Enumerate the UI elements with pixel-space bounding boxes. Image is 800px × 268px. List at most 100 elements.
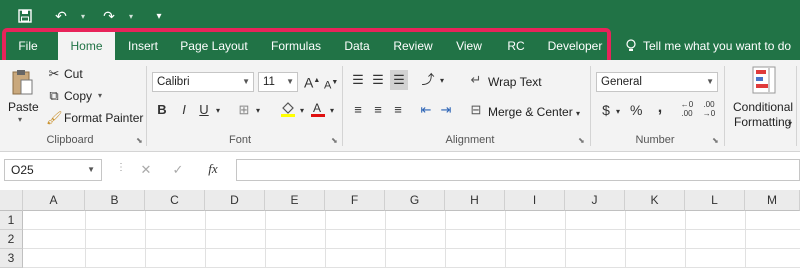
- cut-button[interactable]: Cut: [64, 67, 83, 81]
- underline-button[interactable]: U: [198, 102, 210, 118]
- conditional-formatting-icon[interactable]: [752, 66, 776, 96]
- column-header[interactable]: M: [745, 190, 800, 211]
- increase-indent-icon[interactable]: ⇥: [438, 102, 454, 118]
- gridline: [625, 211, 626, 268]
- copy-icon[interactable]: ⧉: [46, 88, 62, 104]
- format-painter-icon[interactable]: 🖌: [46, 110, 63, 126]
- font-name-select[interactable]: Calibri ▼: [152, 72, 254, 92]
- copy-button[interactable]: Copy: [64, 89, 92, 103]
- italic-button[interactable]: I: [178, 102, 190, 118]
- font-color-dropdown-icon[interactable]: ▾: [328, 103, 336, 119]
- bold-button[interactable]: B: [156, 102, 168, 118]
- column-header[interactable]: A: [23, 190, 85, 211]
- format-painter-button[interactable]: Format Painter: [64, 111, 143, 125]
- enter-icon[interactable]: ✓: [170, 162, 186, 178]
- percent-button[interactable]: %: [630, 102, 642, 118]
- paste-icon[interactable]: [10, 68, 34, 98]
- currency-dropdown-icon[interactable]: ▾: [614, 104, 622, 120]
- fill-color-dropdown-icon[interactable]: ▾: [298, 103, 306, 119]
- name-box[interactable]: O25 ▼: [4, 159, 102, 181]
- wrap-text-button[interactable]: Wrap Text: [488, 75, 542, 89]
- column-header[interactable]: I: [505, 190, 565, 211]
- number-launcher-icon[interactable]: ⬊: [712, 136, 719, 145]
- copy-dropdown-icon[interactable]: ▾: [98, 91, 102, 100]
- orientation-icon[interactable]: ⤴: [420, 72, 436, 88]
- fill-color-icon[interactable]: [280, 100, 296, 122]
- column-header[interactable]: B: [85, 190, 145, 211]
- undo-dropdown-icon[interactable]: ▾: [72, 5, 94, 27]
- row-header[interactable]: 2: [0, 230, 23, 249]
- middle-align-icon[interactable]: ☰: [370, 72, 386, 88]
- paste-dropdown-icon[interactable]: ▾: [18, 115, 22, 124]
- merge-dropdown-icon[interactable]: ▾: [574, 106, 582, 122]
- merge-center-icon[interactable]: ⊟: [468, 102, 484, 118]
- decrease-font-icon[interactable]: A▼: [324, 75, 338, 94]
- column-header[interactable]: D: [205, 190, 265, 211]
- gridline: [265, 211, 266, 268]
- gridline: [85, 211, 86, 268]
- decrease-indent-icon[interactable]: ⇤: [418, 102, 434, 118]
- column-header[interactable]: E: [265, 190, 325, 211]
- comma-button[interactable]: ,: [654, 100, 666, 116]
- top-align-icon[interactable]: ☰: [350, 72, 366, 88]
- number-format-value: General: [601, 76, 642, 88]
- name-box-value: O25: [11, 163, 34, 177]
- tell-me-text: Tell me what you want to do: [643, 39, 792, 53]
- number-format-select[interactable]: General ▼: [596, 72, 718, 92]
- align-left-icon[interactable]: ≡: [350, 102, 366, 118]
- bottom-align-icon[interactable]: ☰: [390, 70, 408, 90]
- number-group-label: Number: [635, 134, 675, 146]
- customize-icon[interactable]: ▾: [148, 5, 170, 27]
- decrease-decimal-icon[interactable]: .00 →0: [700, 100, 718, 118]
- column-header[interactable]: C: [145, 190, 205, 211]
- column-header[interactable]: G: [385, 190, 445, 211]
- align-center-icon[interactable]: ≡: [370, 102, 386, 118]
- conditional-formatting-label: Formatting: [734, 115, 792, 129]
- clipboard-group-label: Clipboard: [46, 134, 94, 146]
- borders-icon[interactable]: ⊞: [236, 102, 252, 118]
- paste-button[interactable]: Paste: [8, 100, 39, 114]
- ribbon-separator: [724, 66, 725, 146]
- increase-decimal-icon[interactable]: ←0.00: [678, 100, 696, 118]
- gridline: [385, 211, 386, 268]
- row-header[interactable]: 1: [0, 211, 23, 230]
- ribbon: Paste ▾ ✂ Cut ⧉ Copy ▾ 🖌 Format Painter …: [0, 60, 800, 152]
- merge-center-button[interactable]: Merge & Center: [488, 105, 573, 119]
- font-color-icon[interactable]: A: [310, 100, 326, 122]
- font-launcher-icon[interactable]: ⬊: [331, 136, 338, 145]
- column-header[interactable]: K: [625, 190, 685, 211]
- orientation-dropdown-icon[interactable]: ▾: [438, 73, 446, 89]
- alignment-launcher-icon[interactable]: ⬊: [578, 136, 585, 145]
- column-header[interactable]: H: [445, 190, 505, 211]
- gridline: [745, 211, 746, 268]
- table-row[interactable]: [23, 230, 800, 249]
- row-header[interactable]: 3: [0, 249, 23, 268]
- redo-icon[interactable]: ↷: [98, 5, 120, 27]
- table-row[interactable]: [23, 249, 800, 268]
- gridline: [205, 211, 206, 268]
- table-row[interactable]: [23, 211, 800, 230]
- undo-icon[interactable]: ↶: [50, 5, 72, 27]
- column-header[interactable]: F: [325, 190, 385, 211]
- select-all-corner[interactable]: [0, 190, 23, 211]
- wrap-text-icon[interactable]: ↵: [468, 72, 484, 88]
- save-icon[interactable]: [14, 5, 36, 27]
- cancel-icon[interactable]: ✕: [138, 162, 154, 178]
- chevron-down-icon: ▼: [286, 77, 294, 86]
- formula-input[interactable]: [236, 159, 800, 181]
- redo-dropdown-icon[interactable]: ▾: [120, 5, 142, 27]
- increase-font-icon[interactable]: A▲: [304, 73, 320, 91]
- clipboard-launcher-icon[interactable]: ⬊: [136, 136, 143, 145]
- tell-me-box[interactable]: Tell me what you want to do: [625, 32, 791, 60]
- column-header[interactable]: L: [685, 190, 745, 211]
- align-right-icon[interactable]: ≡: [390, 102, 406, 118]
- column-header[interactable]: J: [565, 190, 625, 211]
- conditional-dropdown-icon[interactable]: ▾: [786, 116, 794, 132]
- underline-dropdown-icon[interactable]: ▾: [214, 103, 222, 119]
- borders-dropdown-icon[interactable]: ▾: [254, 103, 262, 119]
- conditional-formatting-button[interactable]: Conditional: [733, 100, 793, 114]
- insert-function-button[interactable]: fx: [204, 161, 222, 177]
- cut-icon[interactable]: ✂: [46, 66, 62, 82]
- font-size-select[interactable]: 11 ▼: [258, 72, 298, 92]
- currency-button[interactable]: $: [600, 102, 612, 118]
